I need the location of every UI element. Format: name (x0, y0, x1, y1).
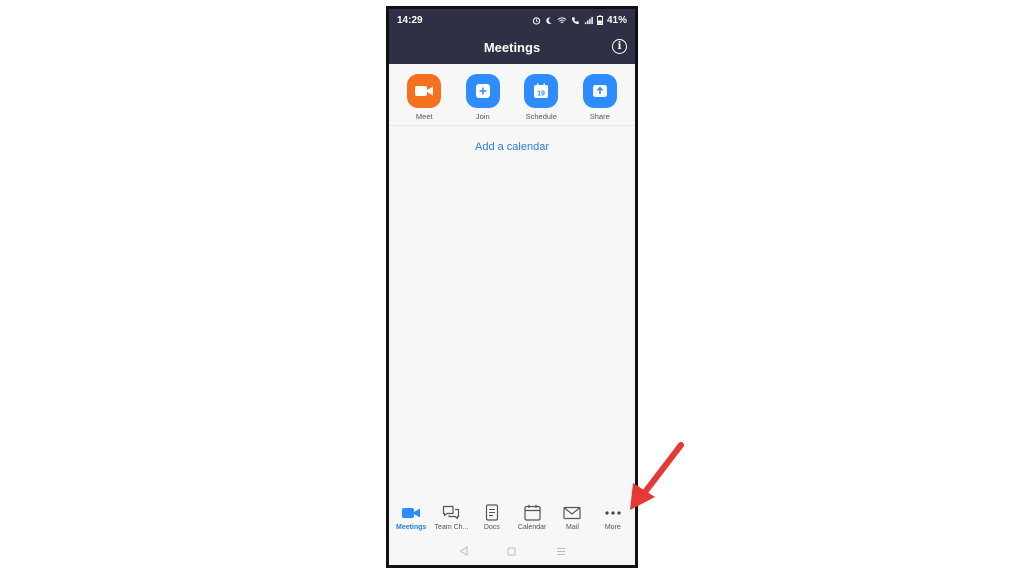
action-row: Meet Join 19 Schedule Share (389, 64, 635, 126)
mail-icon (563, 504, 582, 522)
moon-icon (546, 16, 552, 24)
battery-icon (596, 15, 603, 25)
join-button[interactable]: Join (459, 74, 507, 125)
tab-mail-label: Mail (566, 523, 579, 531)
meet-button[interactable]: Meet (400, 74, 448, 125)
video-camera-icon (402, 504, 421, 522)
schedule-label: Schedule (525, 112, 557, 121)
video-camera-icon (407, 74, 442, 108)
back-icon[interactable] (453, 541, 473, 561)
recents-icon[interactable] (551, 541, 571, 561)
tab-mail[interactable]: Mail (552, 504, 592, 531)
wifi-icon (557, 16, 567, 23)
page-title: Meetings (483, 40, 541, 55)
chat-bubbles-icon (442, 504, 460, 522)
join-label: Join (475, 112, 490, 121)
share-upload-icon (582, 74, 617, 108)
schedule-button[interactable]: 19 Schedule (517, 74, 565, 125)
battery-level: 41% (606, 14, 627, 26)
add-calendar-link[interactable]: Add a calendar (389, 141, 635, 153)
signal-icon (584, 16, 593, 24)
tab-meetings[interactable]: Meetings (391, 504, 431, 531)
tab-meetings-label: Meetings (395, 523, 427, 531)
calendar-badge: 19 (537, 91, 545, 98)
tab-calendar[interactable]: Calendar (512, 504, 552, 531)
info-icon[interactable]: i (612, 39, 627, 54)
meet-label: Meet (415, 112, 433, 121)
calendar-icon (524, 504, 541, 522)
status-bar: 14:29 41% (389, 9, 635, 31)
status-time: 14:29 (397, 14, 423, 26)
red-arrow-annotation (630, 442, 684, 510)
tab-team-chat-label: Team Ch... (434, 523, 469, 531)
more-dots-icon (604, 504, 622, 522)
document-icon (485, 504, 499, 522)
calendar-icon: 19 (524, 74, 559, 108)
tab-team-chat[interactable]: Team Ch... (431, 504, 471, 531)
tab-docs-label: Docs (483, 523, 500, 531)
android-nav-bar (389, 537, 635, 565)
bottom-tab-bar: Meetings Team Ch... Docs Calendar Mail M… (389, 497, 635, 537)
call-icon (571, 16, 579, 24)
tab-more-label: More (604, 523, 621, 531)
tab-more[interactable]: More (593, 504, 633, 531)
home-icon[interactable] (502, 541, 522, 561)
plus-icon (465, 74, 500, 108)
share-label: Share (589, 112, 610, 121)
tab-docs[interactable]: Docs (472, 504, 512, 531)
tab-calendar-label: Calendar (517, 523, 547, 531)
phone-screen: 14:29 41% Meetings i Meet Join 19 Schedu… (386, 6, 638, 568)
header: Meetings i (389, 31, 635, 64)
alarm-icon (532, 16, 541, 25)
share-button[interactable]: Share (576, 74, 624, 125)
status-icons: 41% (532, 15, 627, 26)
